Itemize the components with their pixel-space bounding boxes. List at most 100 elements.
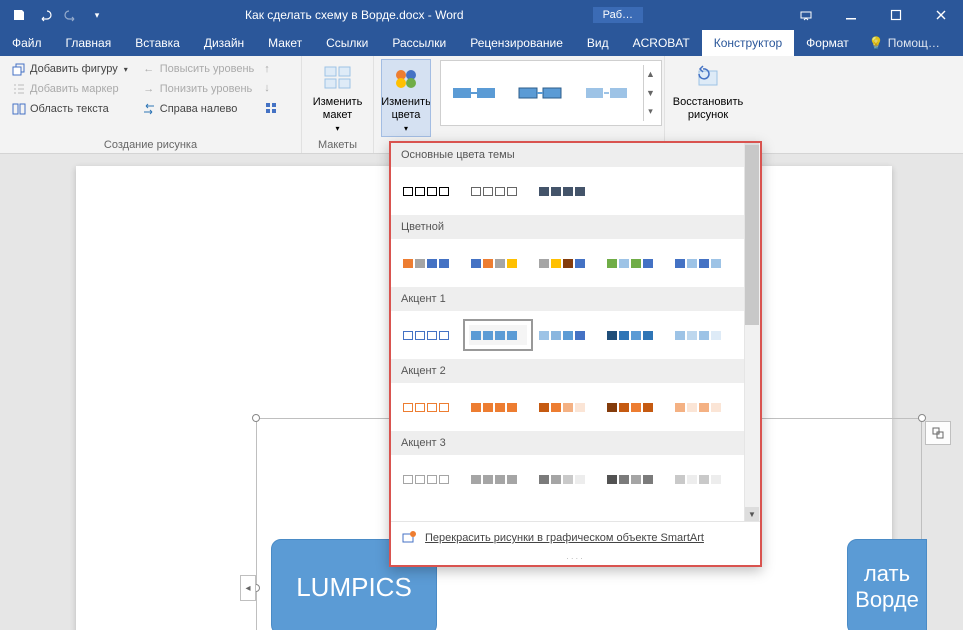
swatch[interactable] <box>401 325 459 345</box>
row-accent2 <box>391 383 760 431</box>
gallery-down-icon[interactable]: ▼ <box>644 84 657 103</box>
tell-me[interactable]: 💡 Помощ… <box>869 30 940 56</box>
undo-icon[interactable] <box>34 4 56 26</box>
tab-view[interactable]: Вид <box>575 30 621 56</box>
swatch[interactable] <box>469 397 527 417</box>
tab-insert[interactable]: Вставка <box>123 30 192 56</box>
tab-file[interactable]: Файл <box>0 30 54 56</box>
tab-smartart-format[interactable]: Формат <box>794 30 861 56</box>
tab-design[interactable]: Дизайн <box>192 30 256 56</box>
dropdown-resize-handle[interactable]: ···· <box>391 554 760 565</box>
tab-layout[interactable]: Макет <box>256 30 314 56</box>
swatch[interactable] <box>605 325 663 345</box>
rtl-label: Справа налево <box>160 103 238 115</box>
text-pane-label: Область текста <box>30 103 109 115</box>
swatch[interactable] <box>605 253 663 273</box>
tab-acrobat[interactable]: ACROBAT <box>621 30 702 56</box>
add-shape-button[interactable]: Добавить фигуру▾ <box>8 60 132 78</box>
reset-graphic-label: Восстановить рисунок <box>673 96 743 122</box>
lightbulb-icon: 💡 <box>869 36 884 50</box>
change-colors-button[interactable]: Изменить цвета▾ <box>382 60 430 136</box>
swatch[interactable] <box>673 253 731 273</box>
tab-smartart-design[interactable]: Конструктор <box>702 30 794 56</box>
swatch[interactable] <box>401 397 459 417</box>
add-bullet-icon <box>12 82 26 96</box>
text-pane-button[interactable]: Область текста <box>8 100 132 118</box>
swatch[interactable] <box>537 397 595 417</box>
text-pane-toggle[interactable]: ◂ <box>240 575 256 601</box>
demote-icon: → <box>142 82 156 96</box>
style-item-1[interactable] <box>445 68 507 118</box>
swatch[interactable] <box>469 253 527 273</box>
section-accent2: Акцент 2 <box>391 359 760 383</box>
tell-me-label: Помощ… <box>888 36 940 50</box>
swatch[interactable] <box>605 469 663 489</box>
change-layout-label: Изменить макет <box>313 96 363 122</box>
swatch[interactable] <box>605 397 663 417</box>
rtl-button[interactable]: Справа налево <box>138 100 259 118</box>
minimize-icon[interactable] <box>828 0 873 30</box>
promote-label: Повысить уровень <box>160 63 255 75</box>
demote-button[interactable]: →Понизить уровень <box>138 80 259 98</box>
maximize-icon[interactable] <box>873 0 918 30</box>
swatch[interactable] <box>537 253 595 273</box>
tab-home[interactable]: Главная <box>54 30 124 56</box>
layout-options-button[interactable] <box>925 421 951 445</box>
quick-access-toolbar: ▾ <box>0 4 116 26</box>
change-colors-label: Изменить цвета <box>381 96 431 122</box>
close-icon[interactable] <box>918 0 963 30</box>
change-colors-dropdown: ▲ ▼ Основные цвета темы Цветной Акцент 1 <box>389 141 762 567</box>
tab-references[interactable]: Ссылки <box>314 30 380 56</box>
group-layouts: Изменить макет▾ Макеты <box>302 56 374 153</box>
swatch[interactable] <box>673 325 731 345</box>
swatch[interactable] <box>401 469 459 489</box>
qat-more-icon[interactable]: ▾ <box>86 4 108 26</box>
swatch[interactable] <box>469 181 527 201</box>
move-up-icon[interactable]: ↑ <box>264 63 278 75</box>
scroll-thumb[interactable] <box>745 145 759 325</box>
swatch[interactable] <box>673 397 731 417</box>
recolor-pictures[interactable]: Перекрасить рисунки в графическом объект… <box>391 521 760 554</box>
swatch[interactable] <box>469 469 527 489</box>
section-accent1: Акцент 1 <box>391 287 760 311</box>
scroll-down-icon[interactable]: ▼ <box>745 507 759 521</box>
swatch[interactable] <box>401 181 459 201</box>
swatch[interactable] <box>537 325 595 345</box>
dropdown-body: ▲ ▼ Основные цвета темы Цветной Акцент 1 <box>391 143 760 521</box>
swatch[interactable] <box>537 469 595 489</box>
smartart-shape-2-text: лать Ворде <box>855 561 919 613</box>
tab-review[interactable]: Рецензирование <box>458 30 575 56</box>
move-down-icon[interactable]: ↓ <box>264 82 278 94</box>
smartart-shape-1-text: LUMPICS <box>296 572 412 603</box>
change-colors-icon <box>390 62 422 94</box>
style-item-3[interactable] <box>577 68 639 118</box>
save-icon[interactable] <box>8 4 30 26</box>
tab-mailings[interactable]: Рассылки <box>380 30 458 56</box>
add-bullet-label: Добавить маркер <box>30 83 119 95</box>
section-primary: Основные цвета темы <box>391 143 760 167</box>
reset-graphic-button[interactable]: Восстановить рисунок <box>673 60 743 124</box>
swatch[interactable] <box>673 469 731 489</box>
styles-gallery: ▲ ▼ ▾ <box>440 60 662 126</box>
section-accent3: Акцент 3 <box>391 431 760 455</box>
group-styles: ▲ ▼ ▾ <box>438 56 665 153</box>
swatch[interactable] <box>401 253 459 273</box>
dropdown-scrollbar[interactable]: ▲ ▼ <box>744 143 760 521</box>
swatch[interactable] <box>537 181 595 201</box>
text-pane-icon <box>12 102 26 116</box>
style-item-2[interactable] <box>511 68 573 118</box>
gallery-up-icon[interactable]: ▲ <box>644 65 657 84</box>
group-layouts-label: Макеты <box>310 139 365 151</box>
add-shape-icon <box>12 62 26 76</box>
gallery-more-icon[interactable]: ▾ <box>644 102 657 121</box>
redo-icon[interactable] <box>60 4 82 26</box>
handle-nw[interactable] <box>252 414 260 422</box>
promote-button[interactable]: ←Повысить уровень <box>138 60 259 78</box>
swatch-selected[interactable] <box>469 325 527 345</box>
add-bullet-button[interactable]: Добавить маркер <box>8 80 132 98</box>
window-buttons <box>783 0 963 30</box>
layout-small-icon[interactable] <box>264 101 278 115</box>
change-layout-button[interactable]: Изменить макет▾ <box>310 60 365 136</box>
smartart-shape-2[interactable]: лать Ворде <box>847 539 927 630</box>
ribbon-options-icon[interactable] <box>783 0 828 30</box>
